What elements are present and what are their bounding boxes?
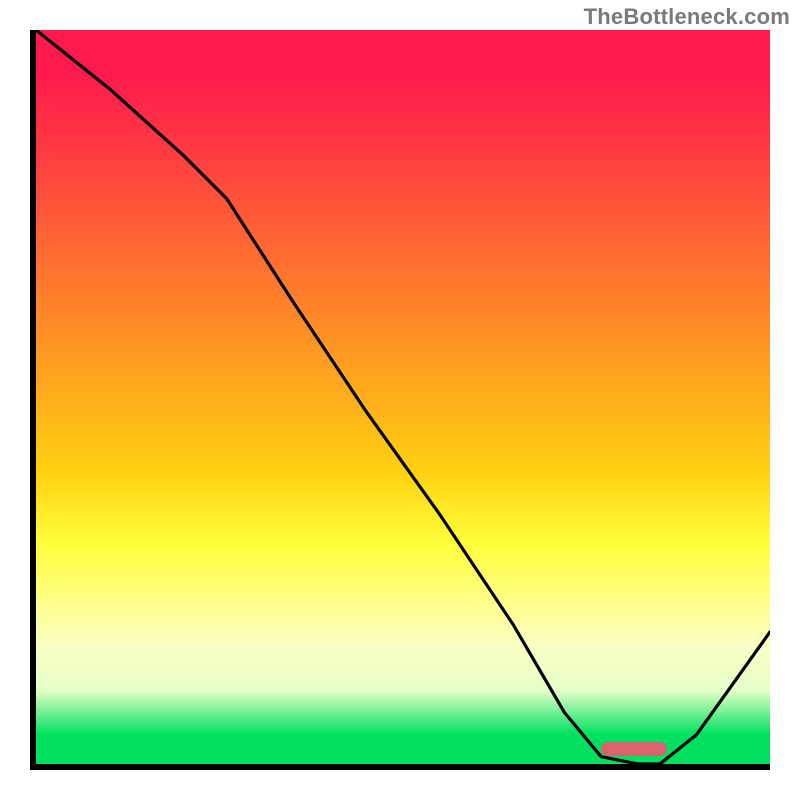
chart-container: TheBottleneck.com: [0, 0, 800, 800]
bottleneck-curve: [36, 30, 770, 764]
plot-area: [30, 30, 770, 770]
source-attribution: TheBottleneck.com: [584, 4, 790, 30]
optimal-range-marker: [601, 742, 667, 756]
